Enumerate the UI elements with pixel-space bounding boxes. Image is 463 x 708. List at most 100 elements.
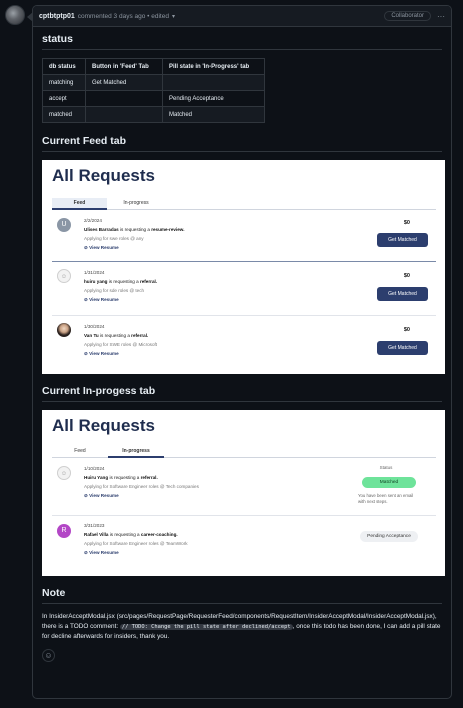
requester-name: Rafael Villa	[84, 532, 109, 537]
list-item[interactable]: ☺ 1/10/2024 Huiru Yang is requesting a r…	[52, 460, 436, 516]
requester-avatar: ☺	[57, 466, 71, 480]
requester-name: Ulises Barradas	[84, 227, 119, 232]
resume-icon: ⊘	[84, 550, 88, 555]
resume-icon: ⊘	[84, 245, 88, 250]
table-cell	[85, 90, 163, 107]
list-item[interactable]: ☺ 1/31/2024 huiru yang is requesting a r…	[52, 263, 436, 316]
view-resume-link[interactable]: View Resume	[89, 297, 119, 302]
status-label: Status	[379, 465, 393, 470]
status-table-header-cell: db status	[42, 58, 86, 75]
list-item[interactable]: R 3/31/2023 Rafael Villa is requesting a…	[52, 517, 436, 567]
status-pill-pending: Pending Acceptance	[360, 531, 418, 542]
feed-page-title: All Requests	[52, 166, 155, 185]
resume-icon: ⊘	[84, 297, 88, 302]
edited-caret-icon[interactable]: ▾	[172, 13, 175, 20]
comment-box: cptbtptp01 commented 3 days ago • edited…	[32, 5, 452, 699]
requester-avatar: U	[57, 218, 71, 232]
request-details: 1/10/2024 Huiru Yang is requesting a ref…	[84, 464, 199, 500]
applying-text: Applying for sde roles @ tech	[84, 288, 145, 293]
tab-in-progress[interactable]: In-progress	[108, 446, 164, 458]
request-amount: $0	[403, 220, 410, 226]
request-date: 1/30/2024	[84, 324, 105, 329]
get-matched-button[interactable]: Get Matched	[377, 233, 428, 247]
request-amount: $0	[403, 273, 410, 279]
table-row: matched Matched	[42, 106, 265, 123]
status-table-header-cell: Button in 'Feed' Tab	[85, 58, 163, 75]
table-cell: accept	[42, 90, 86, 107]
requester-avatar: ☺	[57, 269, 71, 283]
request-verb: is requesting a	[109, 475, 140, 480]
requester-name: Van Tu	[84, 333, 99, 338]
comment-header: cptbtptp01 commented 3 days ago • edited…	[33, 6, 451, 27]
note-heading: Note	[42, 587, 442, 604]
applying-text: Applying for Software Engineer roles @ T…	[84, 484, 199, 489]
table-row: matching Get Matched	[42, 74, 265, 91]
requester-avatar: R	[57, 524, 71, 538]
table-cell: matching	[42, 74, 86, 91]
view-resume-link[interactable]: View Resume	[89, 245, 119, 250]
add-reaction-icon[interactable]: ☺	[42, 649, 55, 662]
note-text: In InsiderAcceptModal.jsx (src/pages/Req…	[42, 612, 442, 642]
request-verb: is requesting a	[109, 532, 140, 537]
inprogress-screenshot: All Requests Feed In-progress ☺ 1/10/202…	[42, 410, 445, 576]
status-table: db status Button in 'Feed' Tab Pill stat…	[42, 58, 265, 123]
feed-heading: Current Feed tab	[42, 135, 442, 152]
applying-text: Applying for swe roles @ any	[84, 236, 144, 241]
list-item[interactable]: U 2/2/2024 Ulises Barradas is requesting…	[52, 212, 436, 262]
request-type: referral.	[131, 333, 149, 338]
table-cell: Matched	[162, 106, 265, 123]
commenter-avatar[interactable]	[5, 5, 25, 25]
request-date: 1/31/2024	[84, 270, 105, 275]
request-type: resume-review.	[151, 227, 185, 232]
comment-body: status db status Button in 'Feed' Tab Pi…	[33, 27, 451, 668]
table-cell: Pending Acceptance	[162, 90, 265, 107]
requester-name: Huiru Yang	[84, 475, 109, 480]
status-note: You have been sent an email with next st…	[358, 493, 414, 504]
status-pill-matched: Matched	[362, 477, 416, 488]
list-item[interactable]: 1/30/2024 Van Tu is requesting a referra…	[52, 317, 436, 369]
table-cell	[162, 74, 265, 91]
status-heading: status	[42, 33, 442, 50]
request-verb: is requesting a	[120, 227, 150, 232]
request-amount: $0	[403, 327, 410, 333]
tab-feed[interactable]: Feed	[52, 446, 108, 458]
tab-in-progress[interactable]: In-progress	[108, 198, 164, 210]
feed-screenshot: All Requests Feed In-progress U 2/2/2024…	[42, 160, 445, 374]
get-matched-button[interactable]: Get Matched	[377, 341, 428, 355]
request-date: 3/31/2023	[84, 523, 105, 528]
todo-code: // TODO: Change the pill state after dec…	[119, 624, 293, 630]
inprogress-page-title: All Requests	[52, 416, 155, 435]
view-resume-link[interactable]: View Resume	[89, 550, 119, 555]
resume-icon: ⊘	[84, 493, 88, 498]
request-date: 2/2/2024	[84, 218, 102, 223]
table-cell: matched	[42, 106, 86, 123]
request-details: 1/30/2024 Van Tu is requesting a referra…	[84, 322, 157, 358]
comment-meta[interactable]: commented 3 days ago • edited	[78, 13, 169, 20]
request-type: referral.	[139, 279, 158, 284]
applying-text: Applying for Software Engineer roles @ T…	[84, 541, 188, 546]
request-type: referral.	[140, 475, 158, 480]
table-cell	[85, 106, 163, 123]
request-details: 3/31/2023 Rafael Villa is requesting a c…	[84, 521, 188, 557]
applying-text: Applying for SWE roles @ Microsoft	[84, 342, 158, 347]
request-verb: is requesting a	[108, 279, 139, 284]
requester-avatar	[57, 323, 71, 337]
status-table-header: db status Button in 'Feed' Tab Pill stat…	[42, 58, 265, 75]
requester-name: huiru yang	[84, 279, 108, 284]
more-options-icon[interactable]: ···	[437, 12, 445, 21]
resume-icon: ⊘	[84, 351, 88, 356]
inprogress-tabs: Feed In-progress	[52, 446, 436, 458]
status-table-header-cell: Pill state in 'In-Progress' tab	[162, 58, 265, 75]
table-cell: Get Matched	[85, 74, 163, 91]
request-details: 2/2/2024 Ulises Barradas is requesting a…	[84, 216, 184, 252]
view-resume-link[interactable]: View Resume	[89, 351, 119, 356]
get-matched-button[interactable]: Get Matched	[377, 287, 428, 301]
tab-feed[interactable]: Feed	[52, 198, 107, 210]
table-row: accept Pending Acceptance	[42, 90, 265, 107]
request-verb: is requesting a	[100, 333, 130, 338]
comment-author[interactable]: cptbtptp01	[39, 13, 75, 20]
request-type: career-coaching.	[140, 532, 178, 537]
collaborator-badge: Collaborator	[384, 11, 431, 21]
view-resume-link[interactable]: View Resume	[89, 493, 119, 498]
request-details: 1/31/2024 huiru yang is requesting a ref…	[84, 268, 157, 304]
